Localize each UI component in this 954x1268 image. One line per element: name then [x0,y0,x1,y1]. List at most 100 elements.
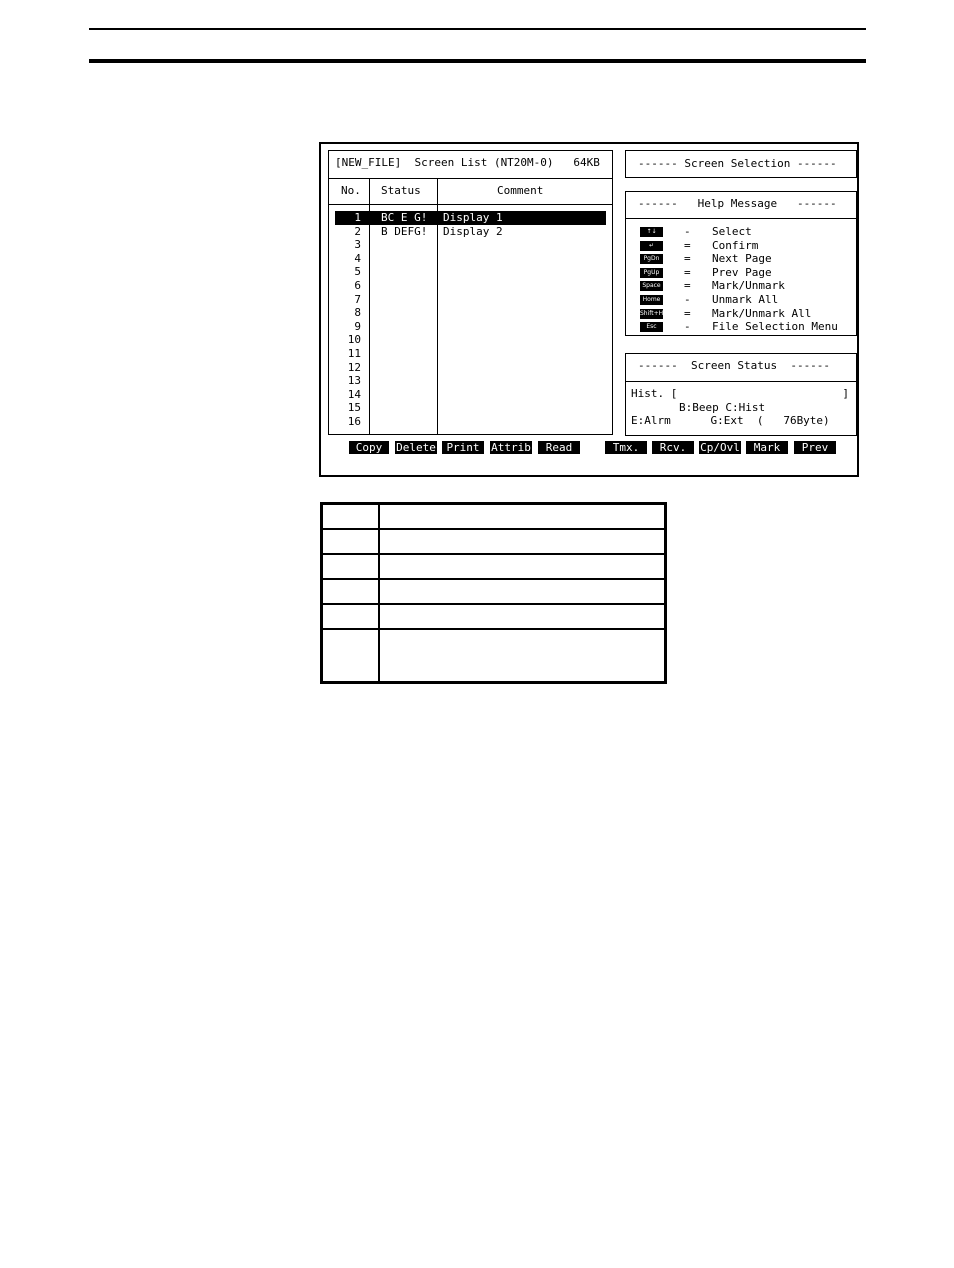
row-number: 11 [347,346,361,360]
attrib-button[interactable]: Attrib [490,441,532,454]
read-button[interactable]: Read [538,441,580,454]
row-number: 15 [347,401,361,415]
help-description: Next Page [712,252,772,266]
copy-overlay-button[interactable]: Cp/Ovl [699,441,741,454]
enter-key-icon: ↵ [640,240,663,251]
screen-list-panel: [NEW_FILE] Screen List (NT20M-0) 64KB No… [328,150,613,435]
row-number: 13 [347,374,361,388]
pgdn-key-icon: PgDn [640,254,663,265]
screen-row-7[interactable]: 7 [335,293,606,307]
divider [626,381,856,382]
help-message-box: ------ Help Message ------ ↑↓ - Select ↵ = C… [625,191,857,336]
help-symbol: = [684,306,691,320]
mark-button[interactable]: Mark [746,441,788,454]
column-header-no: No. [341,184,361,197]
help-description: Mark/Unmark [712,279,785,293]
row-number: 1 [354,211,361,224]
status-hist-close: ] [842,387,849,400]
row-number: 14 [347,387,361,401]
help-description: Prev Page [712,265,772,279]
row-status: BC E G! [381,211,428,224]
help-description: Mark/Unmark All [712,306,812,320]
screen-row-8[interactable]: 8 [335,306,606,320]
screen-row-3[interactable]: 3 [335,238,606,252]
column-header-comment: Comment [497,184,544,197]
table-column-divider [378,505,380,681]
screen-row-14[interactable]: 14 [335,388,606,402]
support-tool-screen: [NEW_FILE] Screen List (NT20M-0) 64KB No… [319,142,859,477]
help-symbol: = [684,279,691,293]
copy-button[interactable]: Copy [349,441,389,454]
help-symbol: = [684,265,691,279]
print-button[interactable]: Print [442,441,484,454]
divider [329,178,612,179]
screen-selection-box: ------ Screen Selection ------ [625,150,857,178]
table-row-divider [323,603,664,605]
status-alrm-ext: E:Alrm G:Ext ( 76Byte) [631,414,830,427]
row-number: 6 [354,278,361,292]
table-row-divider [323,628,664,630]
screen-status-title: ------ Screen Status ------ [638,359,831,372]
row-number: 3 [354,238,361,252]
screen-row-15[interactable]: 15 [335,401,606,415]
row-number: 7 [354,292,361,306]
help-description: File Selection Menu [712,320,838,334]
prev-button[interactable]: Prev [794,441,836,454]
row-number: 10 [347,333,361,347]
screen-selection-title: ------ Screen Selection ------ [638,157,837,170]
help-symbol: - [684,320,691,334]
status-hist: Hist. [ [631,387,678,400]
delete-button[interactable]: Delete [395,441,437,454]
help-description: Confirm [712,238,759,252]
row-status: B DEFG! [381,224,428,238]
row-number: 9 [354,319,361,333]
row-number: 5 [354,265,361,279]
help-message-title: ------ Help Message ------ [638,197,837,210]
divider [626,218,856,219]
divider [329,204,612,205]
table-row-divider [323,528,664,530]
screen-list-rows: 1 BC E G! Display 1 2B DEFG! Display 2 3 4 … [335,211,606,429]
row-number: 8 [354,306,361,320]
receive-button[interactable]: Rcv. [652,441,694,454]
row-number: 12 [347,360,361,374]
screen-row-6[interactable]: 6 [335,279,606,293]
table-row-divider [323,578,664,580]
home-key-icon: Home [640,294,663,305]
pgup-key-icon: PgUp [640,267,663,278]
status-beep-hist: B:Beep C:Hist [679,401,766,414]
screen-row-11[interactable]: 11 [335,347,606,361]
screen-row-9[interactable]: 9 [335,320,606,334]
row-number: 16 [347,414,361,428]
help-symbol: = [684,238,691,252]
space-key-icon: Space [640,281,663,292]
help-symbol: - [684,292,691,306]
shift-home-key-icon: Shift+Home [640,308,663,319]
help-description: Select [712,225,752,238]
help-symbol: = [684,252,691,266]
transmit-button[interactable]: Tmx. [605,441,647,454]
header-rule-thin [89,28,866,30]
row-comment: Display 1 [443,211,503,224]
screen-list-title: [NEW_FILE] Screen List (NT20M-0) 64KB [335,156,600,169]
table-row-divider [323,553,664,555]
screen-row-10[interactable]: 10 [335,333,606,347]
help-symbol: - [684,225,691,238]
screen-row-16[interactable]: 16 [335,415,606,429]
row-number: 4 [354,251,361,265]
header-rule-thick [89,59,866,63]
row-number: 2 [354,224,361,238]
status-legend-table [320,502,667,684]
column-header-status: Status [381,184,421,197]
screen-row-2[interactable]: 2 B DEFG! Display 2 [335,225,606,239]
esc-key-icon: Esc [640,322,663,333]
screen-row-13[interactable]: 13 [335,374,606,388]
screen-row-4[interactable]: 4 [335,252,606,266]
screen-row-12[interactable]: 12 [335,361,606,375]
screen-row-5[interactable]: 5 [335,265,606,279]
help-description: Unmark All [712,292,779,306]
arrow-keys-icon: ↑↓ [640,227,663,237]
screen-status-box: ------ Screen Status ------ Hist. [ ] B:… [625,353,857,436]
row-comment: Display 2 [443,224,503,238]
screen-row-1[interactable]: 1 BC E G! Display 1 [335,211,606,225]
